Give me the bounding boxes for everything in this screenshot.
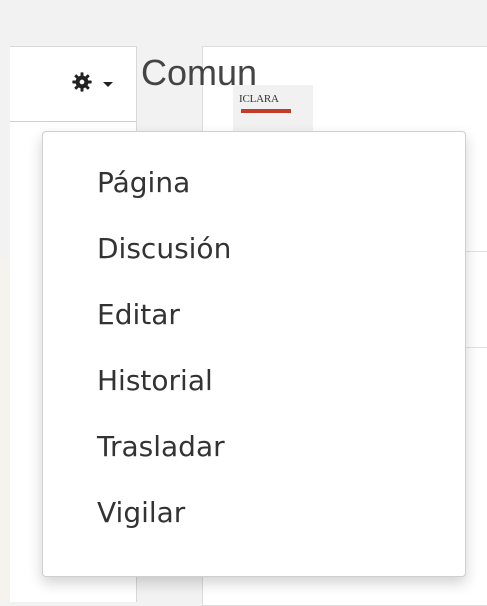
menu-item-editar[interactable]: Editar — [43, 282, 465, 348]
panel-divider — [10, 121, 136, 122]
caret-down-icon — [103, 81, 113, 87]
page-actions-dropdown: Página Discusión Editar Historial Trasla… — [42, 131, 466, 577]
menu-list: Página Discusión Editar Historial Trasla… — [43, 150, 465, 546]
logo-red-bar — [241, 109, 291, 113]
menu-item-discusion[interactable]: Discusión — [43, 216, 465, 282]
menu-item-vigilar[interactable]: Vigilar — [43, 480, 465, 546]
page-title: Comun — [141, 52, 258, 93]
menu-item-pagina[interactable]: Página — [43, 150, 465, 216]
menu-item-historial[interactable]: Historial — [43, 348, 465, 414]
gear-icon — [71, 71, 93, 93]
logo-text: ICLARA — [239, 93, 279, 105]
settings-menu-button[interactable] — [52, 58, 132, 106]
menu-item-trasladar[interactable]: Trasladar — [43, 414, 465, 480]
